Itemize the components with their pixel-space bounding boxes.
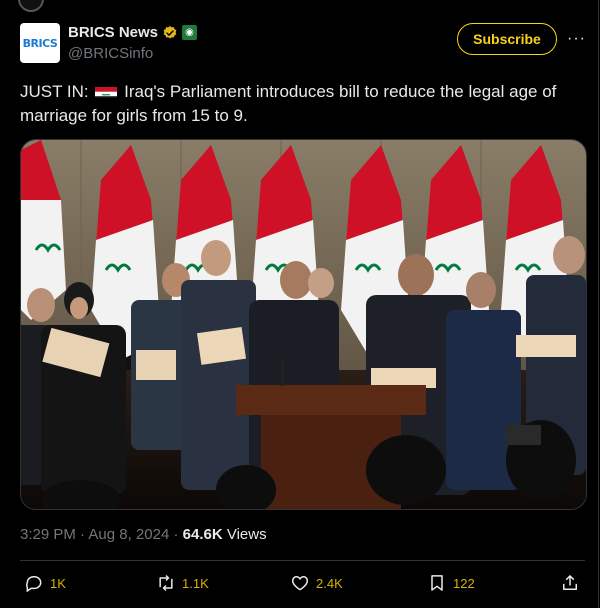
handle[interactable]: @BRICSinfo [68, 45, 153, 62]
display-name[interactable]: BRICS News [68, 24, 158, 41]
tweet-meta: 3:29 PM · Aug 8, 2024 · 64.6K Views [20, 526, 267, 543]
parliament-photo [21, 140, 586, 509]
bookmark-button[interactable]: 122 [427, 573, 475, 593]
bookmark-count: 122 [453, 575, 475, 591]
meta-separator: · [80, 526, 86, 543]
share-icon [563, 575, 577, 590]
meta-separator-2: · [173, 526, 179, 543]
tweet-text: JUST IN: Iraq's Parliament introduces bi… [20, 80, 580, 128]
share-button[interactable] [560, 573, 580, 593]
reply-button[interactable]: 1K [24, 573, 66, 593]
like-button[interactable]: 2.4K [290, 573, 343, 593]
subscribe-button[interactable]: Subscribe [457, 23, 557, 55]
heart-icon [291, 575, 309, 591]
iraq-flag-icon [95, 84, 118, 98]
previous-avatar [18, 0, 44, 12]
avatar[interactable]: BRICS [20, 23, 60, 63]
views-count: 64.6K [182, 526, 223, 543]
verified-badge-icon[interactable] [162, 25, 178, 41]
repost-button[interactable]: 1.1K [156, 573, 209, 593]
tweet-card: BRICS BRICS News ◉ @BRICSinfo Subscribe … [0, 0, 599, 608]
repost-icon [159, 574, 173, 592]
tweet-date[interactable]: Aug 8, 2024 [88, 526, 169, 543]
tweet-photo[interactable] [20, 139, 587, 510]
reply-count: 1K [50, 575, 66, 591]
like-count: 2.4K [316, 575, 343, 591]
reply-icon [26, 576, 42, 593]
action-bar: 1K 1.1K 2.4K 122 [20, 573, 586, 597]
avatar-text: BRICS [22, 36, 58, 50]
tweet-prefix: JUST IN: [20, 82, 89, 101]
divider [20, 560, 585, 561]
repost-count: 1.1K [182, 575, 209, 591]
more-options-icon[interactable]: ··· [567, 30, 586, 48]
bookmark-icon [431, 575, 443, 591]
affiliation-badge-icon[interactable]: ◉ [182, 25, 198, 40]
views-label: Views [226, 526, 267, 543]
author-name-row: BRICS News ◉ [68, 24, 198, 41]
tweet-time[interactable]: 3:29 PM [20, 526, 76, 543]
